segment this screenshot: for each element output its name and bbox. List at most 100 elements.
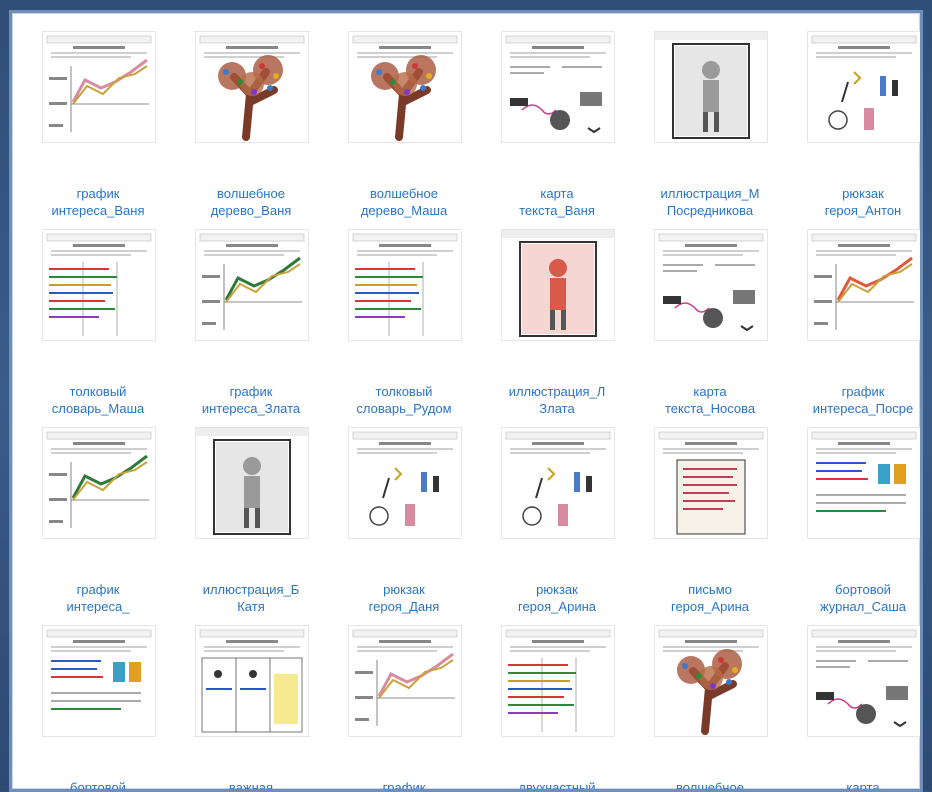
gallery-item[interactable]: письмо героя_Арина: [636, 421, 784, 619]
thumbnail-caption[interactable]: иллюстрация_Л Злата: [483, 383, 631, 417]
gallery-item[interactable]: рюкзак героя_Даня: [330, 421, 478, 619]
caption-line-1: волшебное: [217, 186, 285, 201]
thumbnail-caption[interactable]: волшебное дерево_Маша: [330, 185, 478, 219]
thumbnail-image[interactable]: [501, 625, 615, 737]
caption-line-1: бортовой: [835, 582, 891, 597]
thumbnail-image[interactable]: [807, 229, 920, 341]
gallery-item[interactable]: график интереса_Злата: [177, 223, 325, 421]
gallery-item[interactable]: рюкзак героя_Антон: [789, 25, 920, 223]
thumbnail-caption[interactable]: двухчастный: [483, 779, 631, 792]
gallery-item[interactable]: бортовой журнал_Саша: [789, 421, 920, 619]
caption-line-1: рюкзак: [842, 186, 884, 201]
thumbnail-caption[interactable]: карта: [789, 779, 920, 792]
gallery-item[interactable]: график интереса_Ваня: [24, 25, 172, 223]
thumbnail-image[interactable]: [807, 31, 920, 143]
gallery-item[interactable]: волшебное дерево_Маша: [330, 25, 478, 223]
caption-line-1: график: [382, 780, 426, 792]
thumbnail-image[interactable]: [654, 31, 768, 143]
gallery-item[interactable]: карта: [789, 619, 920, 792]
thumbnail-caption[interactable]: иллюстрация_М Посредникова: [636, 185, 784, 219]
caption-line-2: дерево_Ваня: [210, 203, 292, 218]
thumbnail-caption[interactable]: график интереса_Посре: [789, 383, 920, 417]
thumbnail-caption[interactable]: график интереса_: [24, 581, 172, 615]
thumbnail-caption[interactable]: бортовой: [24, 779, 172, 789]
thumbnail-caption[interactable]: толковый словарь_Рудом: [330, 383, 478, 417]
caption-line-1: карта: [693, 384, 727, 399]
thumbnail-image[interactable]: [501, 427, 615, 539]
thumbnail-image[interactable]: [195, 31, 309, 143]
thumbnail-image[interactable]: [195, 229, 309, 341]
thumbnail-image[interactable]: [348, 31, 462, 143]
thumbnail-image[interactable]: [501, 229, 615, 341]
gallery-item[interactable]: толковый словарь_Маша: [24, 223, 172, 421]
thumbnail-caption[interactable]: волшебное дерево_Ваня: [177, 185, 325, 219]
caption-line-1: график: [841, 384, 885, 399]
thumbnail-image[interactable]: [348, 625, 462, 737]
thumbnail-image[interactable]: [654, 427, 768, 539]
thumbnail-caption[interactable]: рюкзак героя_Арина: [483, 581, 631, 615]
caption-line-2: интереса_Злата: [201, 401, 301, 416]
caption-line-1: карта: [846, 780, 880, 792]
caption-line-2: словарь_Рудом: [356, 401, 452, 416]
thumbnail-grid: график интереса_Ваня волшебное дерево_Ваня…: [24, 25, 920, 792]
thumbnail-image[interactable]: [42, 427, 156, 539]
caption-line-1: график: [76, 186, 120, 201]
gallery-item[interactable]: рюкзак героя_Арина: [483, 421, 631, 619]
gallery-item[interactable]: карта текста_Носова: [636, 223, 784, 421]
caption-line-2: героя_Даня: [368, 599, 440, 614]
gallery-item[interactable]: график: [330, 619, 478, 792]
thumbnail-caption[interactable]: иллюстрация_Б Катя: [177, 581, 325, 615]
gallery-item[interactable]: карта текста_Ваня: [483, 25, 631, 223]
thumbnail-caption[interactable]: график: [330, 779, 478, 792]
thumbnail-image[interactable]: [807, 427, 920, 539]
thumbnail-image[interactable]: [195, 427, 309, 539]
thumbnail-caption[interactable]: рюкзак героя_Антон: [789, 185, 920, 219]
thumbnail-image[interactable]: [654, 229, 768, 341]
caption-line-2: Злата: [539, 401, 575, 416]
thumbnail-caption[interactable]: карта текста_Носова: [636, 383, 784, 417]
gallery-item[interactable]: иллюстрация_Б Катя: [177, 421, 325, 619]
gallery-item[interactable]: двухчастный: [483, 619, 631, 792]
gallery-item[interactable]: бортовой: [24, 619, 172, 789]
caption-line-1: рюкзак: [383, 582, 425, 597]
thumbnail-image[interactable]: [42, 625, 156, 737]
caption-line-2: Посредникова: [666, 203, 754, 218]
thumbnail-caption[interactable]: карта текста_Ваня: [483, 185, 631, 219]
thumbnail-caption[interactable]: бортовой журнал_Саша: [789, 581, 920, 615]
thumbnail-image[interactable]: [501, 31, 615, 143]
gallery-frame: график интереса_Ваня волшебное дерево_Ваня…: [9, 10, 923, 792]
thumbnail-caption[interactable]: письмо героя_Арина: [636, 581, 784, 615]
thumbnail-caption[interactable]: важная: [177, 779, 325, 792]
gallery-item[interactable]: график интереса_: [24, 421, 172, 619]
caption-line-1: рюкзак: [536, 582, 578, 597]
thumbnail-image[interactable]: [807, 625, 920, 737]
caption-line-1: волшебное: [370, 186, 438, 201]
gallery-item[interactable]: иллюстрация_Л Злата: [483, 223, 631, 421]
thumbnail-image[interactable]: [42, 31, 156, 143]
thumbnail-caption[interactable]: волшебное: [636, 779, 784, 789]
gallery-item[interactable]: волшебное дерево_Ваня: [177, 25, 325, 223]
caption-line-2: героя_Арина: [671, 599, 749, 614]
thumbnail-image[interactable]: [348, 229, 462, 341]
thumbnail-image[interactable]: [195, 625, 309, 737]
gallery-item[interactable]: волшебное: [636, 619, 784, 789]
caption-line-2: Катя: [237, 599, 265, 614]
thumbnail-image[interactable]: [348, 427, 462, 539]
thumbnail-image[interactable]: [42, 229, 156, 341]
caption-line-2: текста_Ваня: [519, 203, 595, 218]
gallery-item[interactable]: иллюстрация_М Посредникова: [636, 25, 784, 223]
caption-line-2: интереса_Ваня: [51, 203, 145, 218]
gallery-item[interactable]: график интереса_Посре: [789, 223, 920, 421]
thumbnail-caption[interactable]: график интереса_Злата: [177, 383, 325, 417]
caption-line-2: текста_Носова: [664, 401, 756, 416]
thumbnail-image[interactable]: [654, 625, 768, 737]
thumbnail-caption[interactable]: график интереса_Ваня: [24, 185, 172, 219]
thumbnail-caption[interactable]: толковый словарь_Маша: [24, 383, 172, 417]
caption-line-2: дерево_Маша: [360, 203, 448, 218]
gallery-item[interactable]: толковый словарь_Рудом: [330, 223, 478, 421]
caption-line-1: важная: [228, 780, 274, 792]
caption-line-1: двухчастный: [518, 780, 596, 792]
thumbnail-caption[interactable]: рюкзак героя_Даня: [330, 581, 478, 615]
gallery-item[interactable]: важная: [177, 619, 325, 792]
caption-line-2: интереса_Посре: [812, 401, 914, 416]
